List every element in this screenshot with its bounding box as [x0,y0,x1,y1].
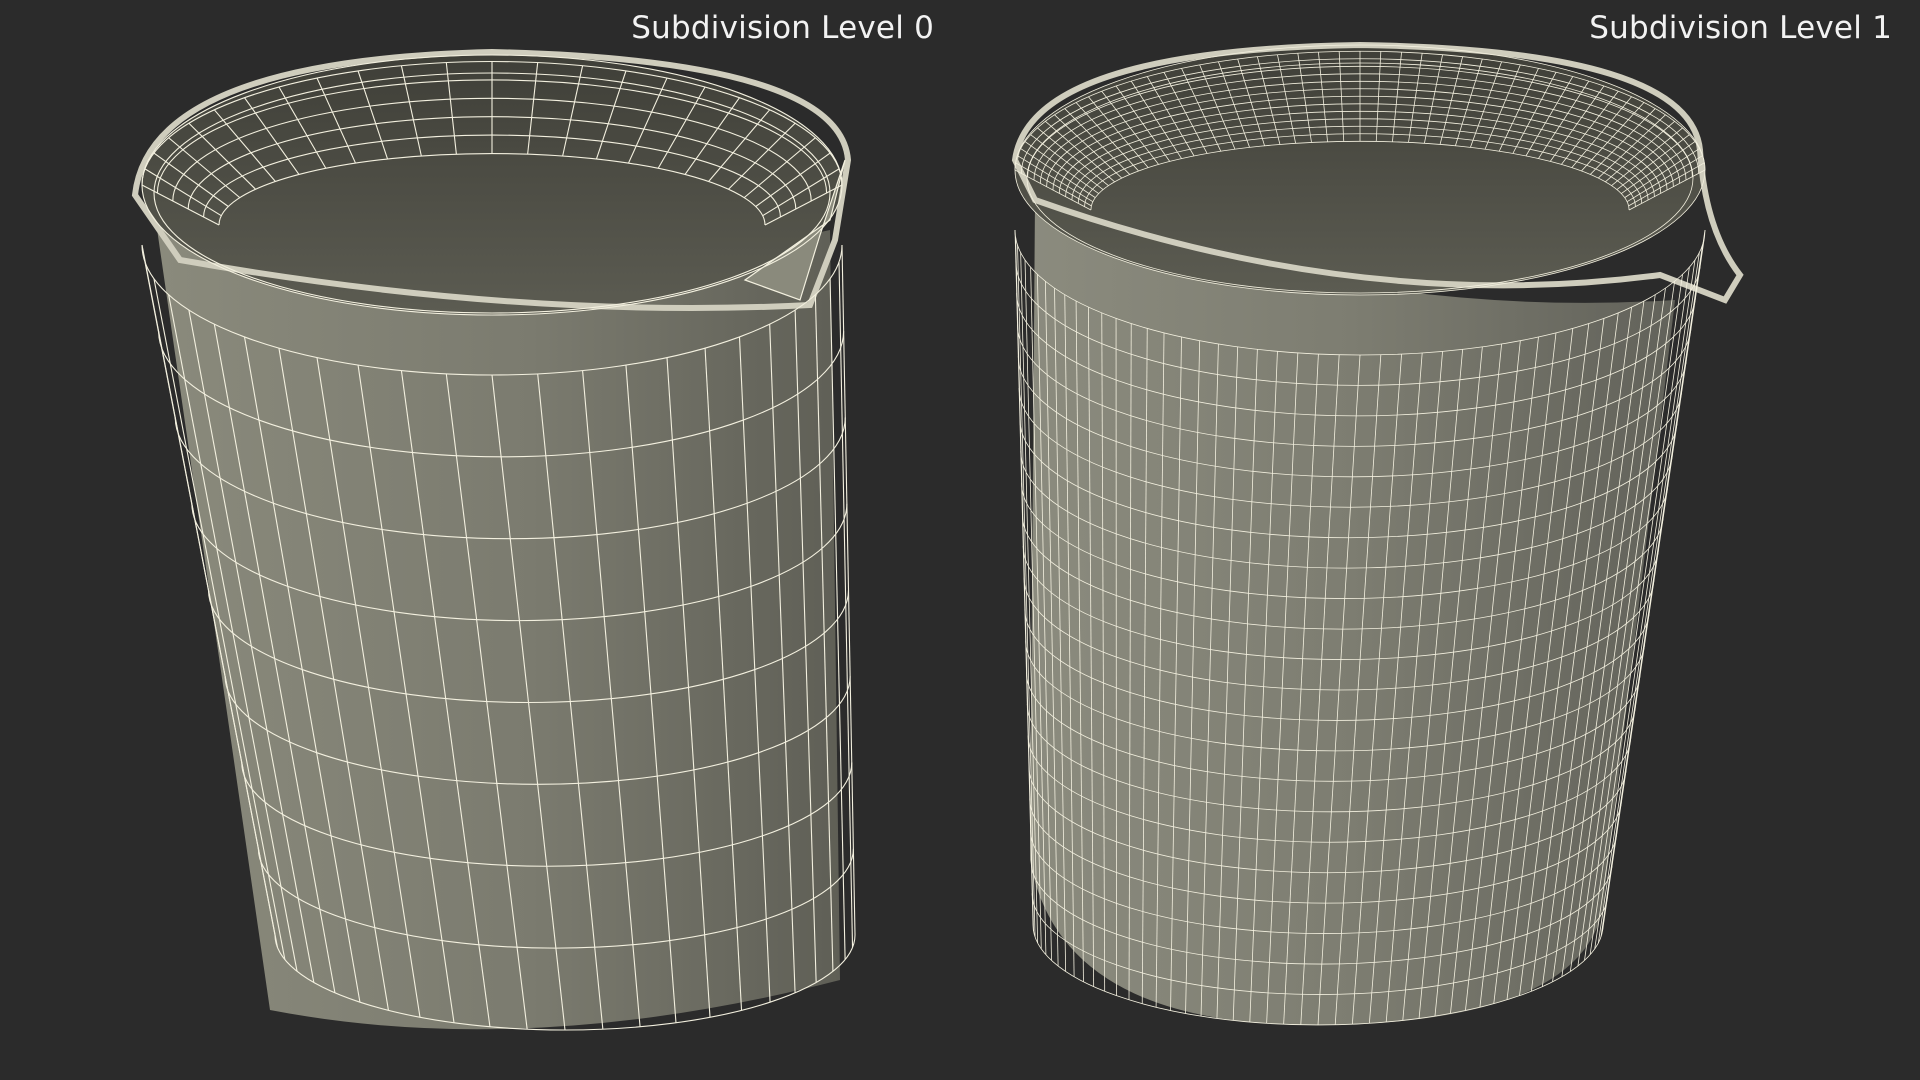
beaker-level-0 [131,48,856,1031]
beaker-level-1 [1011,41,1744,1026]
panel-label-level-1: Subdivision Level 1 [1589,10,1892,46]
viewport: Subdivision Level 0 Subdivision Level 1 [0,0,1920,1080]
beaker-body [1030,200,1675,1026]
panel-label-level-0: Subdivision Level 0 [631,10,934,46]
beaker-renders [131,41,1744,1031]
beaker-body [155,215,840,1030]
